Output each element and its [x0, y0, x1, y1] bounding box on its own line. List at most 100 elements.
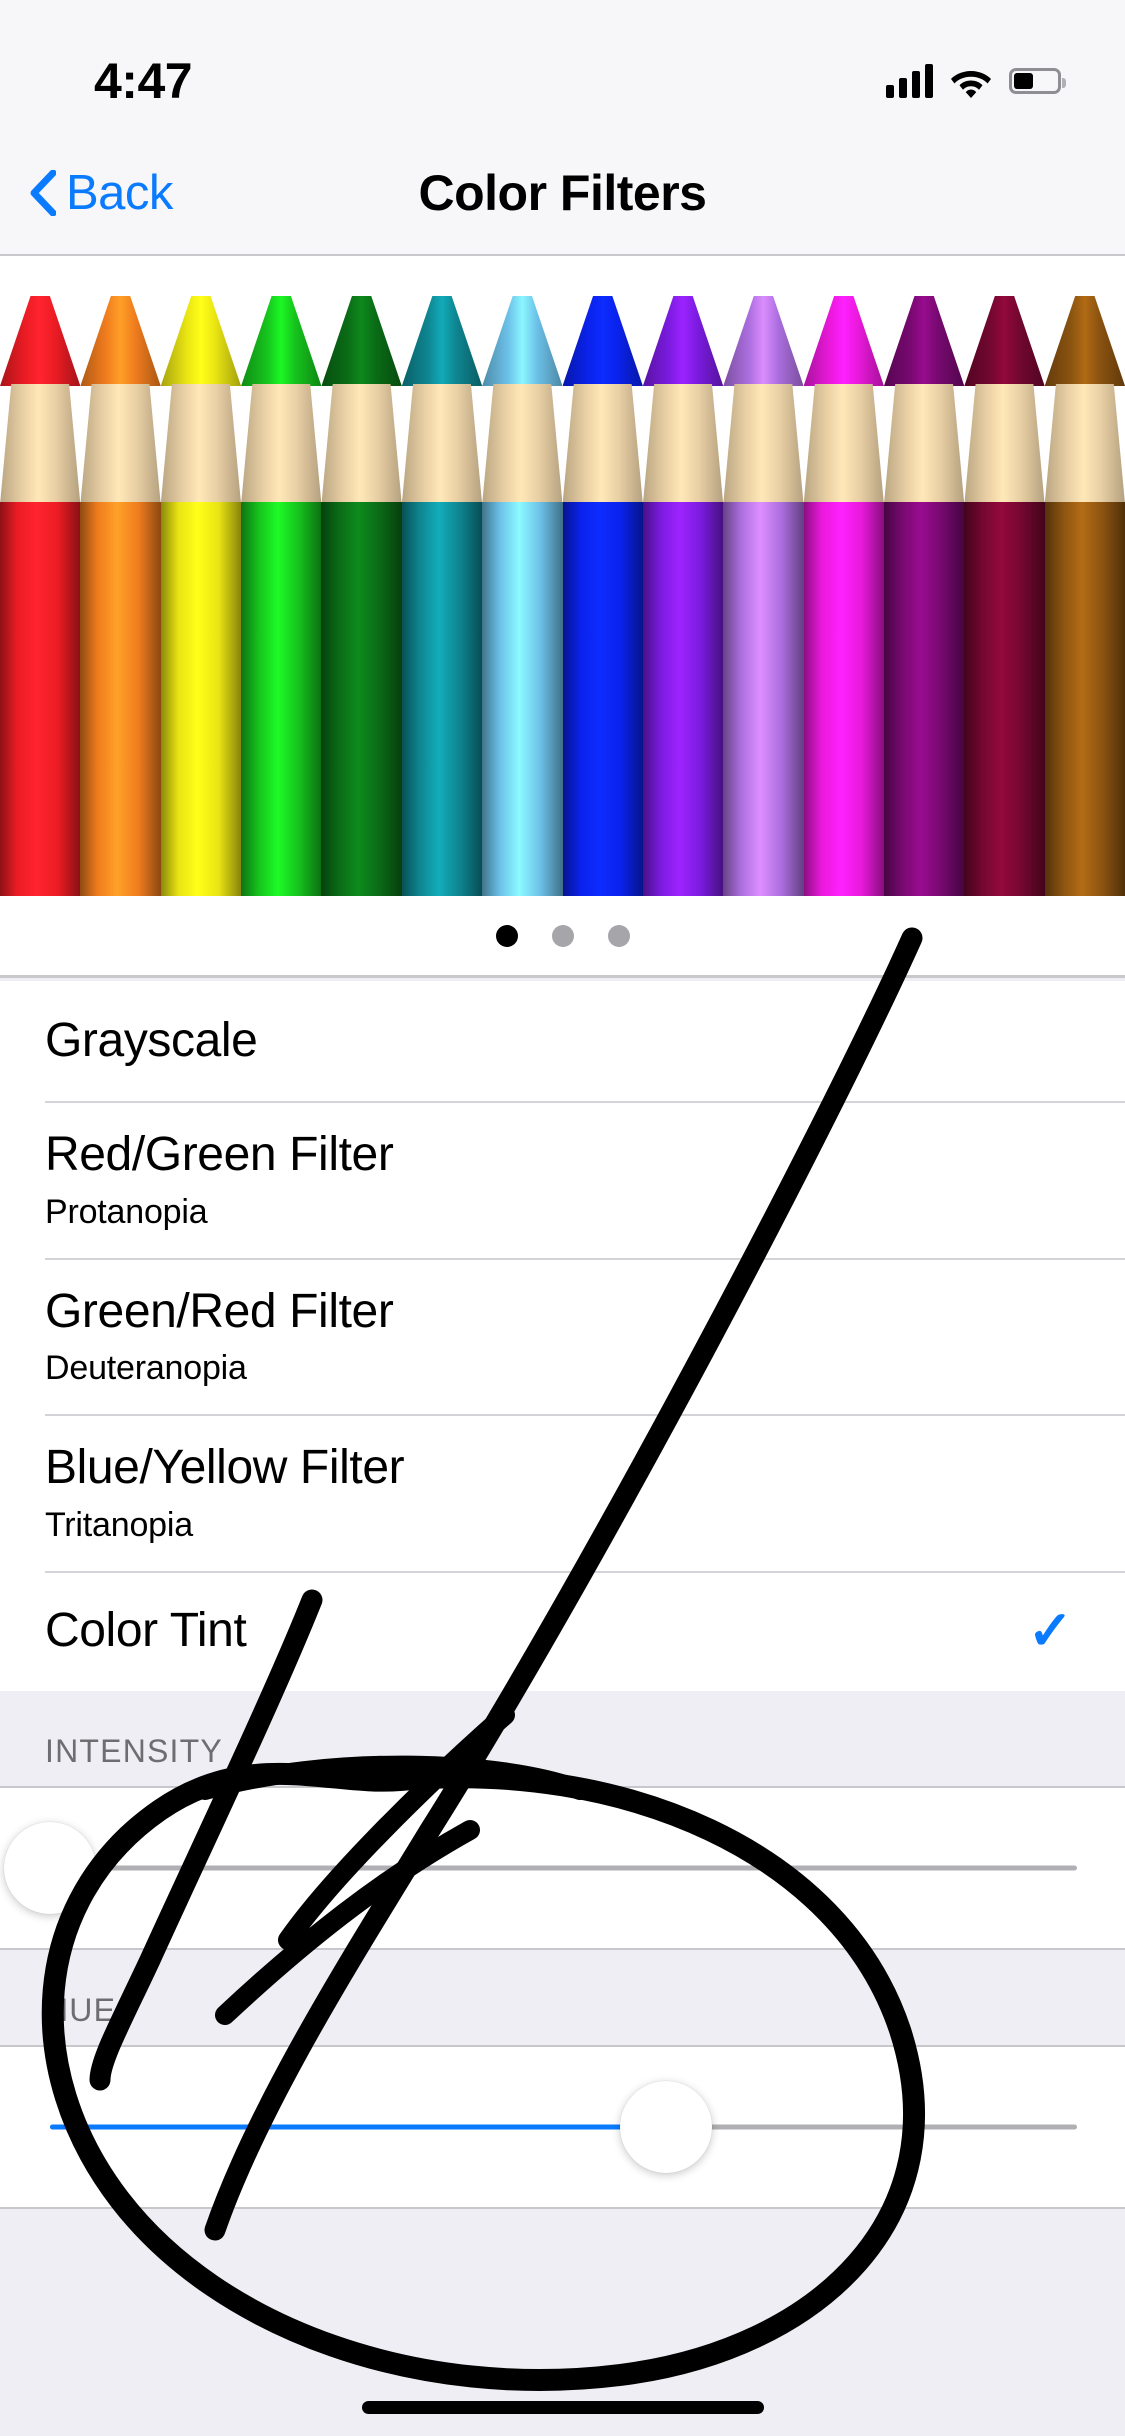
- color-filters-screen: 4:47 Back Color Filters Grayscale Red/Gr…: [0, 0, 1125, 2436]
- wifi-icon: [951, 71, 991, 98]
- pencil-body: [562, 502, 643, 896]
- status-bar: 4:47: [0, 0, 1125, 132]
- slider-sections: INTENSITY HUE: [0, 1691, 1125, 2209]
- pencil-13: [964, 256, 1045, 896]
- page-dot-2[interactable]: [551, 924, 574, 947]
- pencil-wood: [0, 384, 81, 504]
- pencil-7: [482, 256, 563, 896]
- pencil-wood: [883, 384, 965, 504]
- pencil-wood: [241, 384, 322, 504]
- pencil-wood: [160, 384, 242, 504]
- color-pencils-preview: [0, 256, 1125, 896]
- section-header-hue: HUE: [0, 1950, 1125, 2045]
- pencil-1: [0, 256, 81, 896]
- status-time: 4:47: [94, 53, 193, 109]
- pencil-wood: [964, 384, 1045, 504]
- pencil-wood: [80, 384, 161, 504]
- pencil-14: [1044, 256, 1125, 896]
- chevron-left-icon: [30, 170, 56, 216]
- pencil-body: [642, 502, 724, 896]
- pencil-tip: [723, 296, 804, 386]
- filter-row-green-red-filter[interactable]: Green/Red Filter Deuteranopia: [0, 1257, 1125, 1415]
- pencil-5: [321, 256, 402, 896]
- slider-fill: [50, 2124, 667, 2130]
- pencil-tip: [1044, 296, 1125, 386]
- pencil-tip: [562, 296, 643, 386]
- pencil-body: [803, 502, 884, 896]
- pencil-tip: [964, 296, 1045, 386]
- pencil-wood: [562, 384, 643, 504]
- hue-slider[interactable]: [0, 2045, 1125, 2209]
- filter-row-grayscale[interactable]: Grayscale: [0, 981, 1125, 1101]
- pencil-body: [964, 502, 1045, 896]
- pencil-body: [401, 502, 483, 896]
- filter-subtitle: Tritanopia: [45, 1505, 193, 1544]
- filter-row-color-tint[interactable]: Color Tint ✓: [0, 1570, 1125, 1691]
- pencil-10: [723, 256, 804, 896]
- pencil-wood: [1044, 384, 1125, 504]
- slider-track: [50, 1865, 1077, 1871]
- pencil-9: [642, 256, 724, 896]
- page-dot-3[interactable]: [607, 924, 630, 947]
- filter-subtitle: Deuteranopia: [45, 1349, 247, 1388]
- pencil-body: [80, 502, 161, 896]
- back-button[interactable]: Back: [28, 165, 173, 221]
- pencil-wood: [723, 384, 804, 504]
- intensity-slider[interactable]: [0, 1786, 1125, 1950]
- pencil-12: [883, 256, 965, 896]
- page-dot-1[interactable]: [495, 924, 518, 947]
- pencil-row: [0, 256, 1125, 896]
- home-indicator[interactable]: [361, 2401, 764, 2414]
- filter-options-list: Grayscale Red/Green Filter Protanopia Green…: [0, 981, 1125, 1691]
- filter-subtitle: Protanopia: [45, 1192, 208, 1231]
- pencil-tip: [0, 296, 81, 386]
- pencil-wood: [482, 384, 563, 504]
- filter-row-red-green-filter[interactable]: Red/Green Filter Protanopia: [0, 1101, 1125, 1258]
- pencil-body: [482, 502, 563, 896]
- pencil-wood: [321, 384, 402, 504]
- back-button-label: Back: [66, 166, 173, 220]
- battery-icon: [1009, 68, 1066, 94]
- pencil-body: [723, 502, 804, 896]
- filter-row-blue-yellow-filter[interactable]: Blue/Yellow Filter Tritanopia: [0, 1414, 1125, 1571]
- pencil-tip: [401, 296, 483, 386]
- status-icons: [886, 64, 1066, 98]
- slider-track: [50, 2124, 1077, 2130]
- pencil-tip: [160, 296, 242, 386]
- pencil-wood: [803, 384, 884, 504]
- pencil-tip: [883, 296, 965, 386]
- pencil-tip: [642, 296, 724, 386]
- pencil-body: [321, 502, 402, 896]
- pencil-tip: [241, 296, 322, 386]
- pencil-tip: [80, 296, 161, 386]
- slider-knob[interactable]: [620, 2081, 713, 2173]
- pencil-body: [241, 502, 322, 896]
- pencil-4: [241, 256, 322, 896]
- slider-knob[interactable]: [4, 1822, 96, 1914]
- pencil-wood: [642, 384, 724, 504]
- filter-title: Green/Red Filter: [45, 1284, 394, 1338]
- pencil-tip: [321, 296, 402, 386]
- pencil-2: [80, 256, 161, 896]
- filter-title: Red/Green Filter: [45, 1128, 394, 1181]
- pencil-body: [160, 502, 242, 896]
- pencil-wood: [401, 384, 483, 504]
- pencil-11: [803, 256, 884, 896]
- cellular-signal-icon: [886, 64, 933, 98]
- pencil-tip: [482, 296, 563, 386]
- pencil-body: [0, 502, 81, 896]
- filter-title: Grayscale: [45, 1013, 258, 1067]
- checkmark-icon: ✓: [1027, 1600, 1073, 1661]
- page-indicator[interactable]: [0, 896, 1125, 978]
- section-header-intensity: INTENSITY: [0, 1691, 1125, 1786]
- pencil-3: [160, 256, 242, 896]
- pencil-body: [883, 502, 965, 896]
- pencil-6: [401, 256, 483, 896]
- pencil-8: [562, 256, 643, 896]
- filter-title: Color Tint: [45, 1603, 247, 1657]
- pencil-tip: [803, 296, 884, 386]
- navigation-bar: Back Color Filters: [0, 132, 1125, 256]
- filter-title: Blue/Yellow Filter: [45, 1441, 405, 1495]
- pencil-body: [1044, 502, 1125, 896]
- battery-fill: [1014, 73, 1033, 89]
